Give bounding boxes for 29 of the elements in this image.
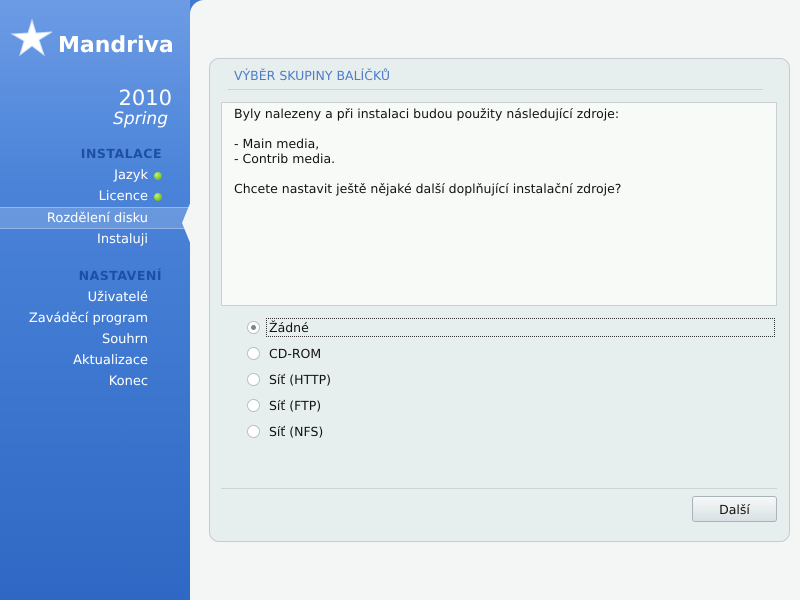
sidebar-item[interactable]: Uživatelé [0,287,190,308]
option-label[interactable]: CD-ROM [266,344,775,362]
message-text: - Contrib media. [234,151,336,166]
sidebar-item[interactable]: Rozdělení disku [0,207,190,229]
sidebar-item[interactable]: Zaváděcí program [0,308,190,329]
message-text: Byly nalezeny a při instalaci budou použity následující zdroje: [234,106,620,121]
sidebar-item[interactable]: Licence [0,186,190,207]
panel-title: VÝBĚR SKUPINY BALÍČKŮ [228,59,763,90]
sidebar-item[interactable]: Konec [0,371,190,392]
edition-text: Spring [113,110,168,128]
radio-button[interactable] [247,346,260,360]
option-label[interactable]: Žádné [266,318,775,336]
sidebar-item[interactable]: Jazyk [0,165,190,186]
option-label[interactable]: Síť (NFS) [266,422,775,440]
option-label[interactable]: Síť (FTP) [266,396,775,414]
radio-button[interactable] [247,320,260,334]
radio-button[interactable] [247,424,260,438]
version-text: 2010 [118,86,172,110]
sidebar-item[interactable]: Aktualizace [0,350,190,371]
radio-button[interactable] [247,398,260,412]
message-text: Chcete nastavit ještě nějaké další doplňující instalační zdroje? [234,181,622,196]
next-button[interactable]: Další [692,496,777,522]
logo-text: Mandriva [58,32,174,58]
sidebar-item[interactable]: Instaluji [0,229,190,250]
message-text: - Main media, [234,136,320,151]
section-title: INSTALACE [80,145,163,163]
option-label[interactable]: Síť (HTTP) [266,370,775,388]
radio-button[interactable] [247,372,260,386]
sidebar-item[interactable]: Souhrn [0,329,190,350]
